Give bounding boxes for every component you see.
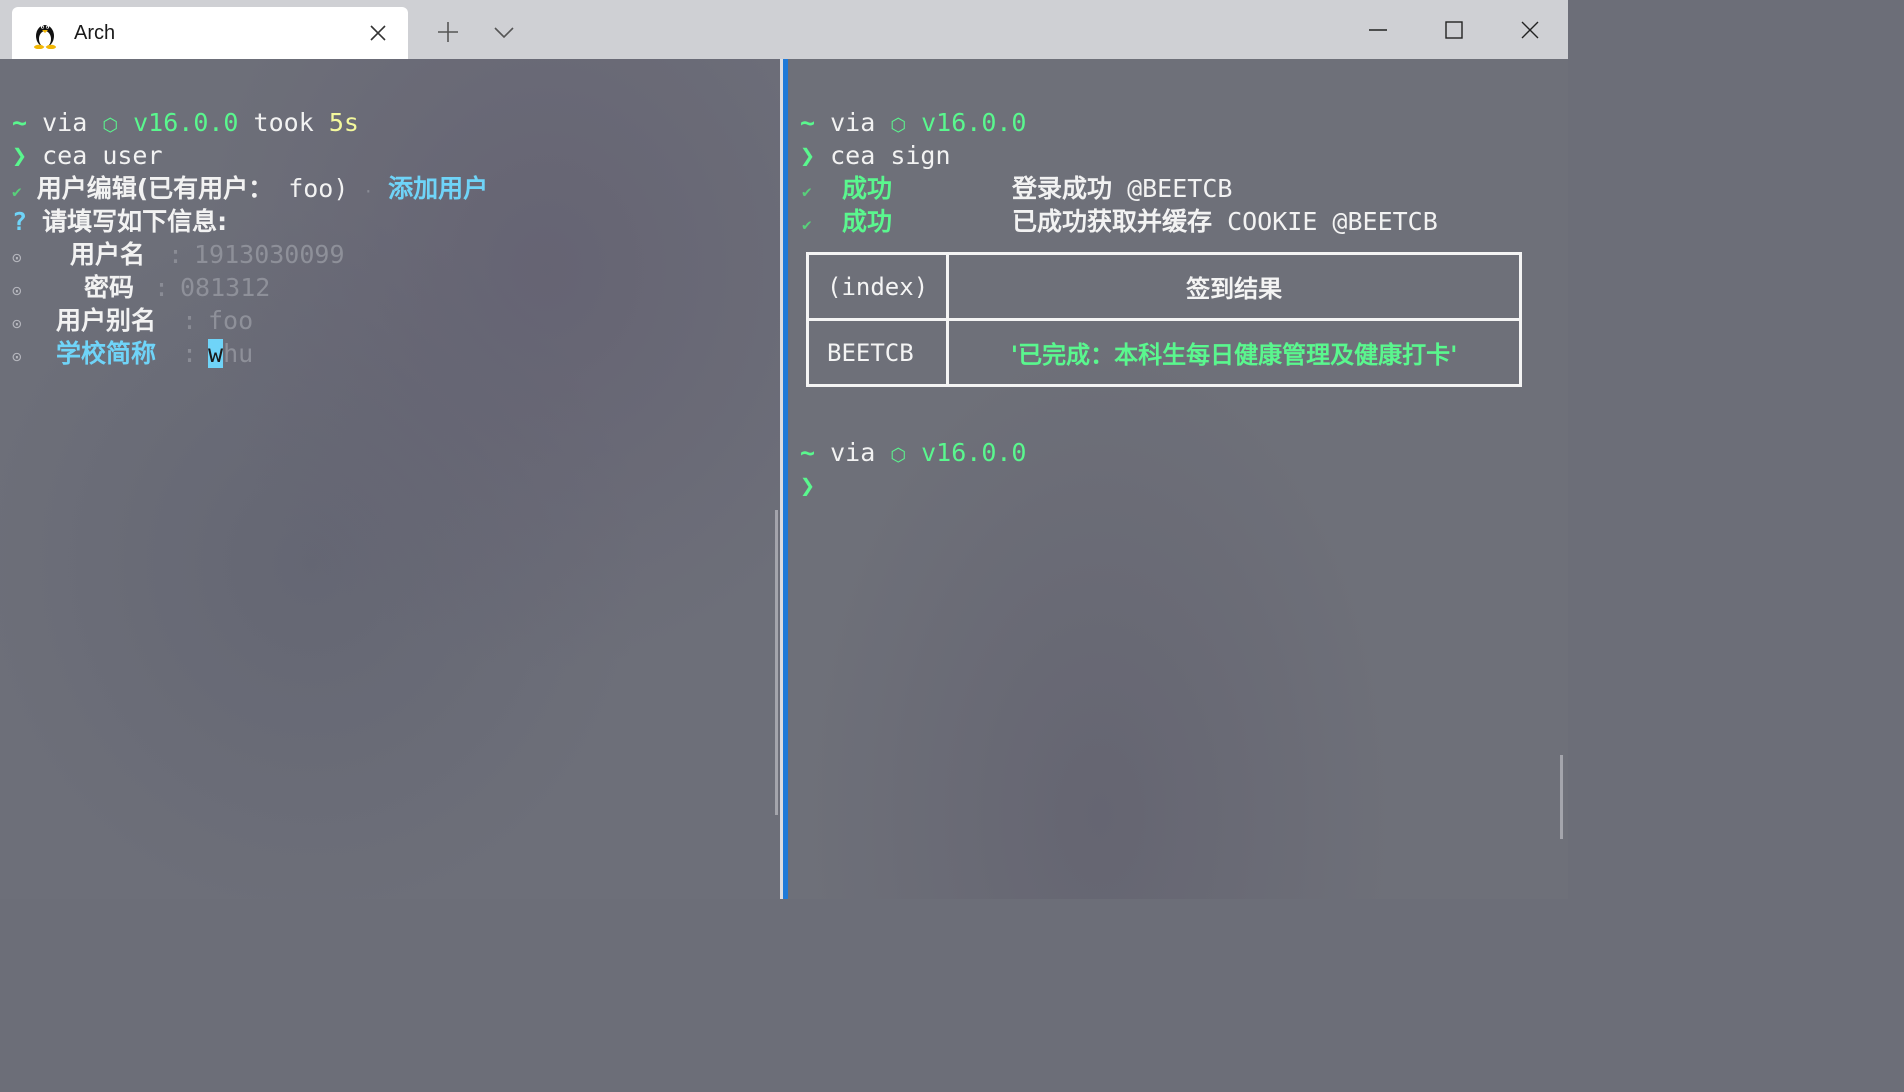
field-colon: :: [154, 273, 170, 302]
table-cell-result: '已完成：本科生每日健康管理及健康打卡': [946, 318, 1522, 387]
nodejs-icon: ⬡: [102, 115, 119, 136]
question-icon: ?: [12, 207, 28, 236]
check-icon: ✔: [802, 215, 812, 234]
form-field-school: ⊙: [12, 337, 22, 370]
form-field-password: ⊙: [12, 271, 22, 304]
tab-title: Arch: [74, 22, 116, 44]
command-line[interactable]: ❯: [800, 469, 815, 502]
nodejs-icon: ⬡: [890, 115, 907, 136]
fill-info-line: ? 请填写如下信息:: [12, 205, 227, 238]
check-icon: ✔: [802, 182, 812, 201]
plus-icon[interactable]: [436, 20, 460, 44]
field-colon: :: [168, 240, 184, 269]
scrollbar-left[interactable]: [775, 510, 778, 815]
field-marker-icon: ⊙: [12, 314, 22, 333]
terminal-pane-left[interactable]: ~ via ⬡ v16.0.0 took 5s ❯ cea user ✔ 用户编…: [0, 59, 780, 899]
prompt-via: via: [42, 108, 88, 137]
prompt-tilde: ~: [800, 108, 816, 137]
field-value-school: hu: [223, 339, 254, 368]
form-field-alias: ⊙: [12, 304, 22, 337]
command-line: ❯ cea sign: [800, 139, 951, 172]
chevron-down-icon[interactable]: [492, 22, 516, 42]
close-tab-icon[interactable]: [368, 23, 388, 43]
nodejs-icon: ⬡: [890, 445, 907, 466]
status-success: 成功: [842, 174, 893, 203]
field-value-alias: foo: [208, 306, 254, 335]
result-message: 登录成功 @BEETCB: [1012, 172, 1232, 205]
check-icon: ✔: [12, 182, 22, 201]
prompt-took: took: [253, 108, 314, 137]
prompt-arrow-icon: ❯: [12, 141, 28, 170]
message-cjk: 登录成功: [1012, 174, 1113, 203]
result-line: ✔: [802, 205, 812, 238]
prompt-tilde: ~: [12, 108, 28, 137]
command-text: cea user: [42, 141, 163, 170]
result-message: 已成功获取并缓存 COOKIE @BEETCB: [1012, 205, 1438, 238]
command-text: cea sign: [830, 141, 951, 170]
prompt-line: ~ via ⬡ v16.0.0 took 5s: [12, 106, 359, 139]
field-marker-icon: ⊙: [12, 248, 22, 267]
prompt-via: via: [830, 108, 876, 137]
pane-divider[interactable]: [780, 59, 788, 899]
fill-info-text: 请填写如下信息:: [42, 207, 228, 236]
node-version: v16.0.0: [133, 108, 239, 137]
prompt-via: via: [830, 438, 876, 467]
result-line: ✔: [802, 172, 812, 205]
prompt-line: ~ via ⬡ v16.0.0: [800, 106, 1026, 139]
scrollbar-right[interactable]: [1560, 755, 1563, 839]
close-icon[interactable]: [1514, 14, 1546, 46]
dot-separator: ·: [363, 182, 374, 201]
prompt-tilde: ~: [800, 438, 816, 467]
prompt-arrow-icon: ❯: [800, 471, 816, 500]
field-label-password: 密码: [84, 273, 135, 302]
minimize-icon[interactable]: [1362, 14, 1394, 46]
field-colon: :: [182, 306, 198, 335]
command-line: ❯ cea user: [12, 139, 163, 172]
field-colon: :: [182, 339, 198, 368]
message-tail: @BEETCB: [1112, 174, 1233, 203]
node-version: v16.0.0: [921, 108, 1027, 137]
field-value-password: 081312: [180, 273, 271, 302]
edit-user-text: 用户编辑(已有用户：: [36, 174, 274, 203]
message-tail: COOKIE @BEETCB: [1212, 207, 1438, 236]
form-field-username: ⊙: [12, 238, 22, 271]
school-input[interactable]: whu: [208, 337, 253, 370]
field-label-alias: 用户别名: [56, 306, 157, 335]
result-table: (index) 签到结果 BEETCB '已完成：本科生每日健康管理及健康打卡': [805, 252, 1522, 387]
maximize-icon[interactable]: [1438, 14, 1470, 46]
tab-arch[interactable]: Arch: [12, 7, 408, 59]
table-header-row: (index) 签到结果: [805, 252, 1522, 321]
field-marker-icon: ⊙: [12, 281, 22, 300]
tux-penguin-icon: [34, 25, 56, 49]
edit-user-name: foo): [273, 174, 349, 203]
field-label-school: 学校简称: [56, 339, 157, 368]
prompt-arrow-icon: ❯: [800, 141, 816, 170]
field-value-username: 1913030099: [194, 240, 345, 269]
table-header-index: (index): [805, 252, 950, 321]
edit-user-line: ✔ 用户编辑(已有用户： foo) · 添加用户: [12, 172, 488, 205]
node-version: v16.0.0: [921, 438, 1027, 467]
prompt-line: ~ via ⬡ v16.0.0: [800, 436, 1026, 469]
add-user-option: 添加用户: [388, 174, 489, 203]
table-cell-index: BEETCB: [805, 318, 950, 387]
field-label-username: 用户名: [70, 240, 146, 269]
table-row: BEETCB '已完成：本科生每日健康管理及健康打卡': [805, 318, 1522, 387]
title-bar: Arch: [0, 0, 1568, 59]
text-cursor: w: [208, 339, 224, 368]
command-duration: 5s: [328, 108, 359, 137]
field-marker-icon: ⊙: [12, 347, 22, 366]
table-header-result: 签到结果: [946, 252, 1522, 321]
terminal-pane-right[interactable]: ~ via ⬡ v16.0.0 ❯ cea sign ✔ 成功 登录成功 @BE…: [788, 59, 1568, 899]
status-success: 成功: [842, 207, 893, 236]
message-cjk: 已成功获取并缓存: [1012, 207, 1213, 236]
